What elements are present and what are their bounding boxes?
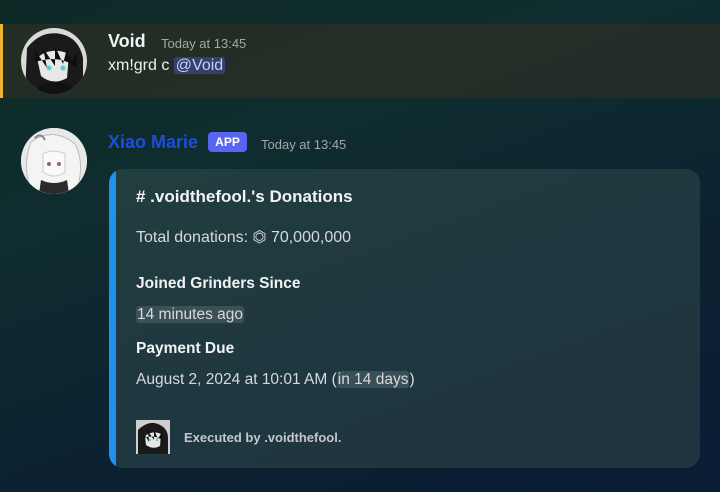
message-timestamp: Today at 13:45 <box>261 137 347 152</box>
embed-accent-bar <box>109 169 116 468</box>
field-value-joined: 14 minutes ago <box>136 306 244 324</box>
field-name-joined: Joined Grinders Since <box>136 275 301 292</box>
relative-timestamp[interactable]: 14 minutes ago <box>136 306 244 323</box>
author-name[interactable]: Xiao Marie <box>108 132 198 153</box>
user-mention[interactable]: @Void <box>173 57 226 74</box>
embed-footer-text: Executed by .voidthefool. <box>184 430 342 445</box>
total-donations: Total donations: ⏣ 70,000,000 <box>136 229 352 246</box>
field-value-payment-due: August 2, 2024 at 10:01 AM (in 14 days) <box>136 371 415 389</box>
app-badge: APP <box>208 132 247 152</box>
avatar-void[interactable] <box>21 28 87 94</box>
footer-avatar <box>136 420 170 454</box>
paren-close: ) <box>409 371 415 388</box>
embed-title: # .voidthefool.'s Donations <box>136 187 353 206</box>
message-content: xm!grd c @Void <box>108 57 226 75</box>
donations-embed: # .voidthefool.'s Donations Total donati… <box>109 169 700 468</box>
command-text: xm!grd c <box>108 57 174 74</box>
author-name[interactable]: Void <box>108 31 146 52</box>
field-name-payment-due: Payment Due <box>136 340 235 357</box>
message-timestamp: Today at 13:45 <box>161 36 247 51</box>
relative-due[interactable]: in 14 days <box>336 371 410 388</box>
avatar-xiao-marie[interactable] <box>21 128 87 194</box>
mention-highlight-bar <box>0 24 3 98</box>
due-date[interactable]: August 2, 2024 at 10:01 AM <box>136 371 332 388</box>
